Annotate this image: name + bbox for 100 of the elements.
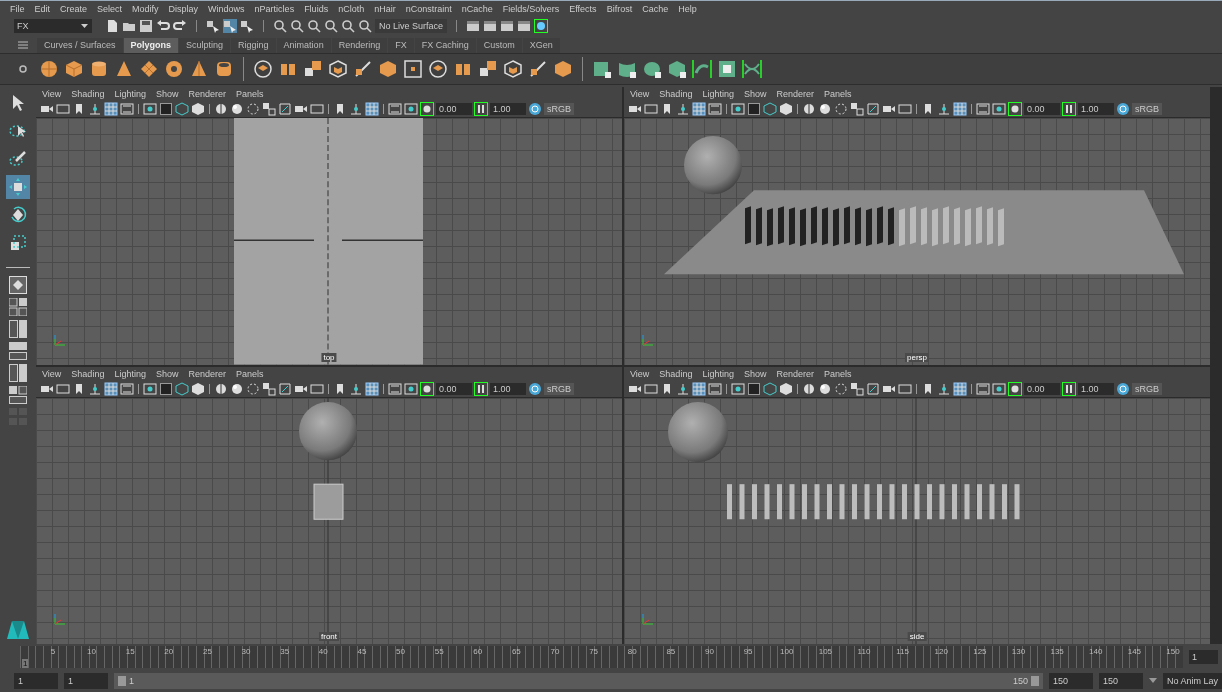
menu-item[interactable]: nConstraint (405, 4, 452, 14)
menu-item[interactable]: Fields/Solvers (502, 4, 560, 14)
exposure-icon[interactable] (1008, 102, 1022, 116)
menu-item[interactable]: View (42, 89, 62, 99)
gamma-icon[interactable] (474, 102, 488, 116)
dashed-circle-icon[interactable] (246, 381, 260, 396)
select-mode-icon[interactable] (206, 19, 220, 33)
wire-cube-icon[interactable] (328, 59, 348, 79)
gamma-icon[interactable] (1062, 381, 1076, 396)
menu-item[interactable]: Shading (659, 368, 693, 379)
exposure-field[interactable]: 0.00 (436, 103, 472, 115)
frame-icon[interactable] (56, 381, 70, 396)
block-icon[interactable] (553, 59, 573, 79)
dashed-circle-icon[interactable] (246, 102, 260, 116)
layout-icon[interactable] (9, 320, 27, 338)
menu-item[interactable]: nCache (461, 4, 493, 14)
film-gate-icon[interactable] (708, 381, 722, 396)
film-gate-icon[interactable] (976, 381, 990, 396)
select-mode-icon[interactable] (240, 19, 254, 33)
color-management-icon[interactable] (528, 381, 542, 396)
pyramid-icon[interactable] (189, 59, 209, 79)
half-sphere-icon[interactable] (214, 102, 228, 116)
xray-icon[interactable] (866, 102, 880, 116)
gamma-field[interactable]: 1.00 (1078, 103, 1114, 115)
menu-item[interactable]: Renderer (776, 368, 814, 379)
redo-icon[interactable] (173, 19, 187, 33)
resolution-gate-icon[interactable] (143, 381, 157, 396)
menu-item[interactable]: Panels (823, 368, 852, 379)
menu-item[interactable]: nParticles (254, 4, 295, 14)
wire-cube-icon[interactable] (175, 381, 189, 396)
grid-icon[interactable] (365, 381, 379, 396)
grid-icon[interactable] (692, 381, 706, 396)
menu-item[interactable]: Create (60, 4, 88, 14)
curve-icon[interactable] (692, 59, 712, 79)
menu-item[interactable]: Show (743, 368, 767, 379)
menu-item[interactable]: Lighting (114, 89, 146, 99)
layout-icon[interactable] (9, 276, 27, 294)
undo-icon[interactable] (156, 19, 170, 33)
light-icon[interactable] (230, 381, 244, 396)
menu-item[interactable]: Lighting (702, 89, 734, 99)
frame-icon[interactable] (898, 102, 912, 116)
menu-item[interactable]: nCloth (338, 4, 365, 14)
layered-circle-icon[interactable] (428, 59, 448, 79)
frame-icon[interactable] (310, 381, 324, 396)
menu-item[interactable]: Show (743, 89, 767, 99)
current-frame-field[interactable]: 1 (1189, 650, 1218, 664)
squares-icon[interactable] (303, 59, 323, 79)
color-management-icon[interactable] (1116, 381, 1130, 396)
isolate-icon[interactable] (850, 102, 864, 116)
menu-item[interactable]: Renderer (188, 89, 226, 99)
resolution-gate-icon[interactable] (992, 102, 1006, 116)
exposure-field[interactable]: 0.00 (436, 382, 472, 395)
light-icon[interactable] (818, 102, 832, 116)
menu-item[interactable]: Effects (569, 4, 597, 14)
menu-item[interactable]: Fluids (304, 4, 329, 14)
menu-item[interactable]: Help (678, 4, 697, 14)
menu-set-dropdown[interactable]: FX (14, 19, 92, 33)
pencil-icon[interactable] (528, 59, 548, 79)
resolution-gate-icon[interactable] (992, 381, 1006, 396)
gamma-field[interactable]: 1.00 (490, 382, 526, 395)
grid-icon[interactable] (953, 381, 967, 396)
frame-icon[interactable] (403, 59, 423, 79)
menu-item[interactable]: Display (168, 4, 199, 14)
shelf-tab[interactable]: Curves / Surfaces (37, 38, 123, 53)
gamma-field[interactable]: 1.00 (1078, 382, 1114, 395)
resolution-gate-icon[interactable] (731, 102, 745, 116)
solid-cube-icon[interactable] (779, 381, 793, 396)
block-icon[interactable] (378, 59, 398, 79)
clapboard-icon[interactable] (500, 19, 515, 33)
menu-item[interactable]: Lighting (702, 368, 734, 379)
frame-icon[interactable] (644, 102, 658, 116)
checker-icon[interactable] (717, 59, 737, 79)
exposure-field[interactable]: 0.00 (1024, 103, 1060, 115)
menu-item[interactable]: View (630, 368, 650, 379)
square-icon[interactable] (747, 102, 761, 116)
shelf-tab[interactable]: XGen (522, 38, 560, 53)
color-management-icon[interactable] (1116, 102, 1130, 116)
film-gate-icon[interactable] (120, 102, 134, 116)
sphere-icon[interactable] (39, 59, 59, 79)
cylinder-icon[interactable] (89, 59, 109, 79)
film-gate-icon[interactable] (388, 102, 402, 116)
exposure-icon[interactable] (420, 102, 434, 116)
layout-icon[interactable] (9, 298, 27, 316)
menu-item[interactable]: Cache (642, 4, 669, 14)
menu-item[interactable]: Shading (71, 368, 105, 379)
film-gate-icon[interactable] (708, 102, 722, 116)
frame-icon[interactable] (56, 102, 70, 116)
menu-item[interactable]: Show (155, 89, 179, 99)
color-space-button[interactable]: sRGB (1132, 382, 1162, 395)
dashed-circle-icon[interactable] (834, 102, 848, 116)
cube-icon[interactable] (64, 59, 84, 79)
menu-item[interactable]: File (10, 4, 25, 14)
range-slider[interactable]: 1 150 (114, 673, 1043, 689)
square-icon[interactable] (159, 381, 173, 396)
menu-item[interactable]: Shading (71, 89, 105, 99)
menu-item[interactable]: Renderer (188, 368, 226, 379)
gamma-icon[interactable] (474, 381, 488, 396)
square-checker-icon[interactable] (592, 59, 612, 79)
squares-icon[interactable] (478, 59, 498, 79)
square-icon[interactable] (747, 381, 761, 396)
